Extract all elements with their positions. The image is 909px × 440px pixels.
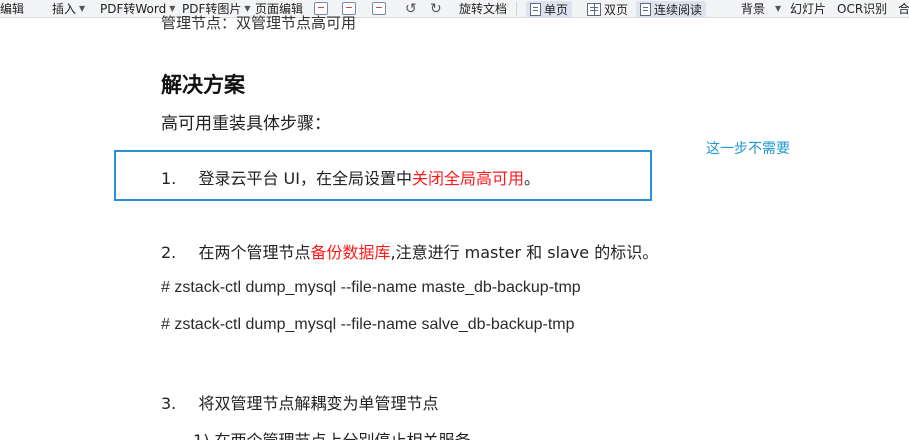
single-page-button[interactable]: 单页 (526, 1, 573, 17)
double-page-icon (587, 2, 601, 16)
insert-menu[interactable]: 插入 ▼ (52, 0, 85, 18)
edit-label: 编辑 (0, 2, 25, 16)
step-3: 3. 将双管理节点解耦变为单管理节点 (161, 390, 438, 414)
continuous-reading-label: 连续阅读 (654, 2, 703, 17)
insert-label: 插入 (52, 2, 77, 16)
rotate-right-button[interactable]: ↻ (430, 0, 442, 18)
step-2-number: 2. (161, 243, 177, 262)
step-1-highlight: 关闭全局高可用 (411, 169, 524, 188)
rotate-left-icon: ↺ (405, 0, 417, 17)
command-line-2: # zstack-ctl dump_mysql --file-name salv… (161, 316, 575, 333)
step-1-number: 1. (161, 169, 177, 188)
rotate-document-button[interactable]: 旋转文档 (459, 0, 507, 18)
slideshow-button[interactable]: 幻灯片 (790, 0, 826, 18)
page-delete-icon (372, 2, 386, 15)
section-subtitle: 高可用重装具体步骤： (161, 114, 331, 134)
rotate-right-icon: ↻ (430, 0, 442, 17)
command-line-1: # zstack-ctl dump_mysql --file-name mast… (161, 279, 581, 296)
pdf-to-word-label: PDF转Word (100, 2, 167, 16)
step-2: 2. 在两个管理节点备份数据库,注意进行 master 和 slave 的标识。 (161, 239, 658, 263)
ocr-button[interactable]: OCR识别 (837, 0, 887, 18)
toolbar-divider (516, 2, 517, 16)
merge-button[interactable]: 合 (898, 0, 909, 18)
step-3-substep: 1) 在两个管理节点上分别停止相关服务 (193, 427, 471, 440)
single-page-icon (530, 2, 541, 16)
step-2-highlight: 备份数据库 (310, 243, 391, 262)
rotate-left-button[interactable]: ↺ (405, 0, 417, 18)
step-2-text: 在两个管理节点 (198, 243, 311, 262)
rotate-document-label: 旋转文档 (459, 2, 508, 16)
step-1: 1. 登录云平台 UI，在全局设置中关闭全局高可用。 (161, 165, 540, 189)
continuous-reading-icon (640, 2, 651, 16)
section-heading: 解决方案 (161, 73, 245, 97)
chevron-down-icon: ▼ (775, 4, 782, 13)
step-2-end: ,注意进行 master 和 slave 的标识。 (390, 243, 659, 262)
margin-comment[interactable]: 这一步不需要 (706, 138, 790, 158)
partial-top-text: 管理节点：双管理节点高可用 (161, 14, 357, 32)
background-menu[interactable]: 背景 ▼ (741, 0, 781, 18)
continuous-reading-button[interactable]: 连续阅读 (636, 1, 707, 17)
slideshow-label: 幻灯片 (790, 2, 827, 16)
step-3-number: 3. (161, 394, 177, 413)
double-page-label: 双页 (604, 2, 629, 17)
single-page-label: 单页 (544, 2, 569, 17)
merge-label: 合 (898, 2, 909, 16)
step-1-end: 。 (524, 169, 541, 188)
edit-menu[interactable]: 编辑 (0, 0, 24, 18)
double-page-button[interactable]: 双页 (583, 1, 632, 17)
ocr-label: OCR识别 (837, 2, 888, 16)
step-3-text: 将双管理节点解耦变为单管理节点 (198, 394, 439, 413)
step-1-text: 登录云平台 UI，在全局设置中 (198, 169, 412, 188)
chevron-down-icon: ▼ (79, 4, 86, 13)
page-tool-button-3[interactable] (372, 0, 386, 18)
toolbar: 编辑 插入 ▼ PDF转Word ▼ PDF转图片 ▼ 页面编辑 ↺ ↻ 旋转文… (0, 0, 909, 18)
background-label: 背景 (741, 2, 766, 16)
